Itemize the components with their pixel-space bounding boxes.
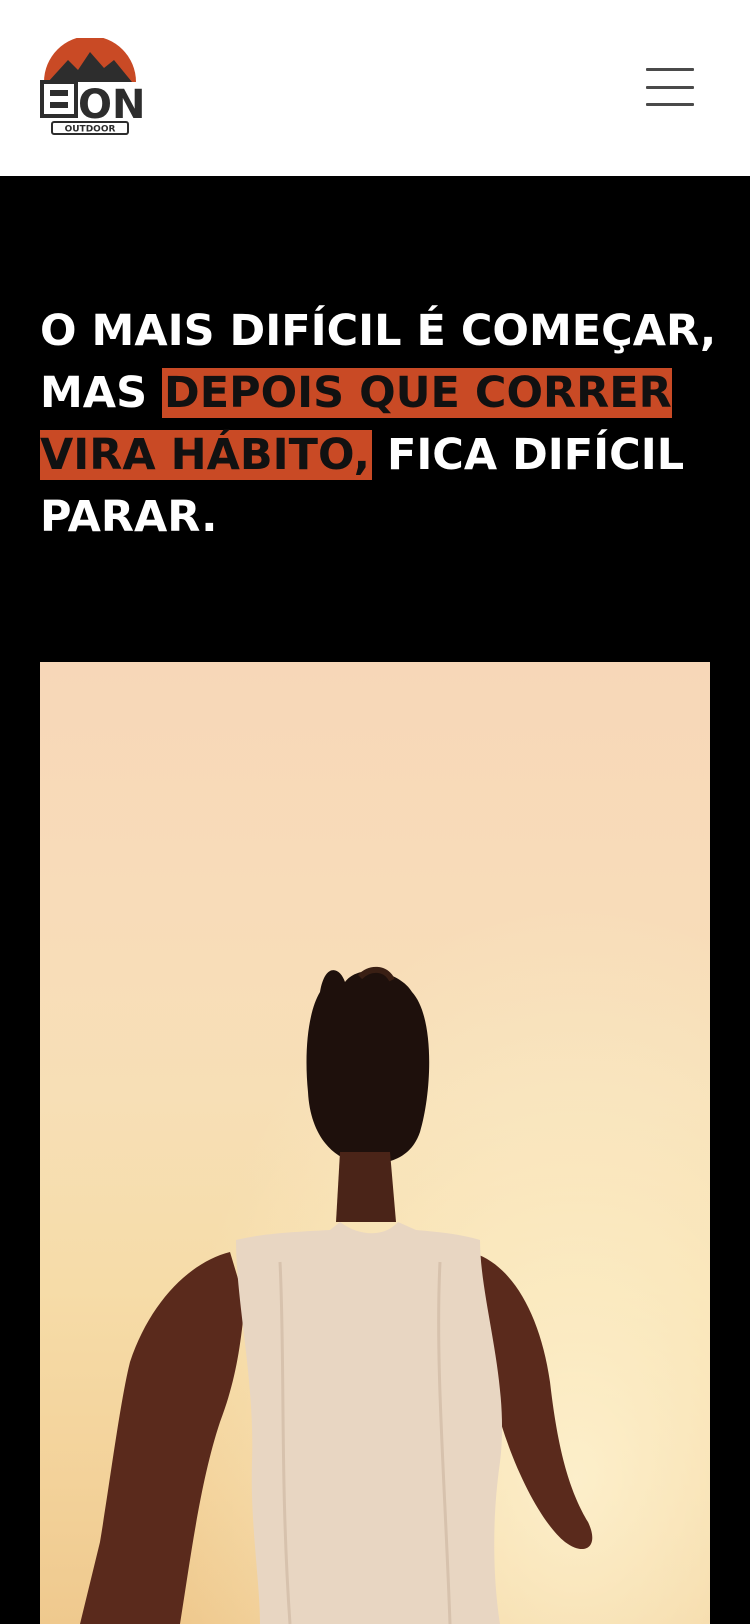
brand-logo[interactable]: ON OUTDOOR (38, 36, 145, 138)
logo-icon: ON OUTDOOR (40, 36, 145, 135)
runner-photo (40, 662, 710, 1624)
runner-silhouette (40, 662, 710, 1624)
hamburger-menu-icon[interactable] (640, 62, 700, 112)
menu-bar-top (646, 68, 694, 71)
menu-bar-bottom (646, 103, 694, 106)
logo-text-sub: OUTDOOR (65, 125, 116, 135)
menu-bar-middle (646, 85, 694, 89)
hero-section: O MAIS DIFÍCIL É COMEÇAR, MAS DEPOIS QUE… (0, 176, 750, 1624)
site-header: ON OUTDOOR (0, 0, 750, 176)
hero-headline: O MAIS DIFÍCIL É COMEÇAR, MAS DEPOIS QUE… (40, 300, 720, 548)
